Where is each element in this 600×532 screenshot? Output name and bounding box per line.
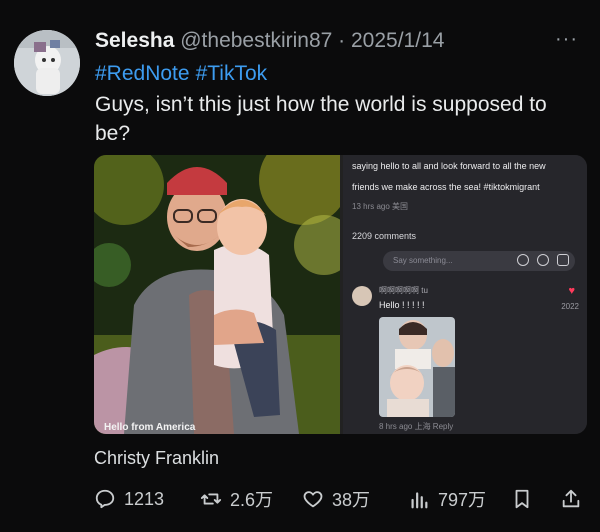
photo-father-and-baby[interactable]: Hello from America (94, 155, 340, 434)
avatar-image (14, 30, 80, 96)
image-icon (557, 254, 569, 266)
screenshot-comment-photo (379, 317, 455, 417)
repost-count: 2.6万 (230, 490, 274, 510)
like-count: 38万 (332, 490, 371, 510)
media-attachment[interactable]: Hello from America saying hello to all a… (94, 155, 587, 434)
repost-button[interactable]: 2.6万 (200, 485, 273, 513)
more-options-button[interactable]: ··· (555, 28, 578, 51)
screenshot-post-line-1: saying hello to all and look forward to … (352, 161, 546, 171)
heart-outline-icon (303, 491, 323, 508)
screenshot-comment-likes: 2022 (561, 302, 579, 311)
screenshot-input-placeholder: Say something... (393, 256, 453, 265)
rednote-screenshot: saying hello to all and look forward to … (343, 155, 587, 434)
views-button[interactable]: 797万 (408, 485, 486, 513)
post-date[interactable]: 2025/1/14 (351, 29, 444, 52)
screenshot-commenter-name: 啊啊啊啊啊 tu (379, 286, 428, 295)
author-name[interactable]: Selesha (95, 29, 174, 52)
screenshot-commenter-avatar (352, 286, 372, 306)
views-chart-icon (411, 492, 428, 509)
hashtag-tiktok[interactable]: #TikTok (196, 62, 268, 85)
action-bar: 1213 2.6万 38万 797万 (0, 485, 600, 513)
screenshot-post-line-2: friends we make across the sea! #tiktokm… (352, 182, 540, 192)
heart-icon: ♥ (568, 285, 575, 297)
author-handle[interactable]: @thebestkirin87 (180, 29, 332, 52)
reply-count: 1213 (124, 488, 165, 509)
photo-image (94, 155, 340, 434)
share-icon (562, 489, 580, 508)
emoji-icon (537, 254, 549, 266)
screenshot-reply-meta: 8 hrs ago 上海 Reply (379, 422, 454, 431)
views-count: 797万 (438, 490, 487, 510)
separator-dot: · (338, 29, 346, 52)
comment-photo-image (379, 317, 455, 417)
tweet-header: Selesha @thebestkirin87 · 2025/1/14 (95, 29, 444, 53)
tweet-post: Selesha @thebestkirin87 · 2025/1/14 ··· … (0, 0, 600, 532)
bookmark-button[interactable] (511, 485, 541, 513)
author-avatar[interactable] (14, 30, 80, 96)
screenshot-post-meta: 13 hrs ago 美国 (352, 202, 409, 211)
bookmark-icon (515, 489, 529, 509)
reply-button[interactable]: 1213 (94, 485, 164, 513)
hashtag-rednote[interactable]: #RedNote (95, 62, 190, 85)
reply-icon (95, 489, 115, 509)
share-button[interactable] (560, 485, 590, 513)
at-icon (517, 254, 529, 266)
screenshot-comment-input: Say something... (383, 251, 575, 271)
like-button[interactable]: 38万 (302, 485, 370, 513)
hashtags: #RedNote #TikTok (95, 62, 273, 86)
screenshot-comment-text: Hello ! ! ! ! ! (379, 300, 425, 310)
tweet-text: Guys, isn’t this just how the world is s… (95, 93, 547, 145)
photo-credit[interactable]: Christy Franklin (94, 448, 219, 469)
screenshot-comments-count: 2209 comments (352, 231, 417, 241)
repost-icon (200, 493, 222, 505)
photo-caption: Hello from America (104, 422, 196, 433)
